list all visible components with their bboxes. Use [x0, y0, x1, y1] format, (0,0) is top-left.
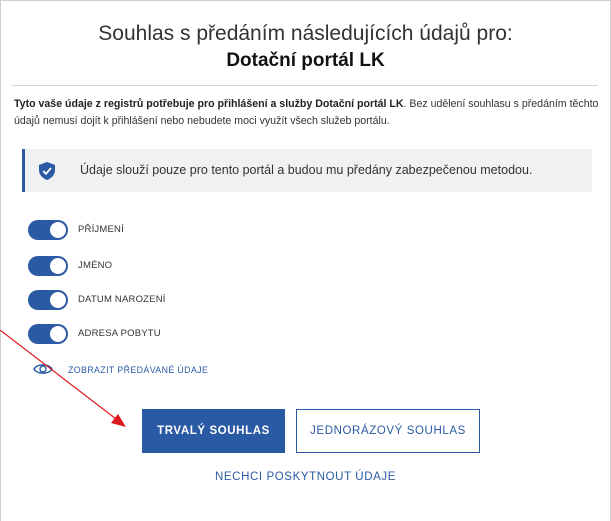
field-toggle-surname[interactable]: [28, 220, 68, 240]
security-notice: Údaje slouží pouze pro tento portál a bu…: [22, 149, 592, 192]
header-divider: [12, 85, 598, 86]
dialog-title: Souhlas s předáním následujících údajů p…: [98, 22, 513, 45]
field-toggle-birth-date[interactable]: [28, 290, 68, 310]
portal-name: Dotační portál LK: [226, 50, 385, 71]
field-label: PŘÍJMENÍ: [78, 224, 124, 235]
one-time-consent-button[interactable]: JEDNORÁZOVÝ SOUHLAS: [296, 409, 480, 453]
toggle-knob: [50, 258, 66, 274]
decline-link[interactable]: NECHCI POSKYTNOUT ÚDAJE: [0, 471, 611, 483]
toggle-knob: [50, 222, 66, 238]
notice-text: Údaje slouží pouze pro tento portál a bu…: [80, 163, 533, 177]
field-label: DATUM NAROZENÍ: [78, 294, 166, 305]
field-label: JMÉNO: [78, 260, 113, 271]
annotation-arrow: [0, 330, 126, 427]
description-bold: Tyto vaše údaje z registrů potřebuje pro…: [14, 98, 404, 110]
shield-check-icon: [39, 162, 55, 180]
field-toggle-first-name[interactable]: [28, 256, 68, 276]
permanent-consent-button[interactable]: TRVALÝ SOUHLAS: [142, 409, 285, 453]
consent-description: Tyto vaše údaje z registrů potřebuje pro…: [14, 96, 600, 130]
toggle-knob: [50, 292, 66, 308]
